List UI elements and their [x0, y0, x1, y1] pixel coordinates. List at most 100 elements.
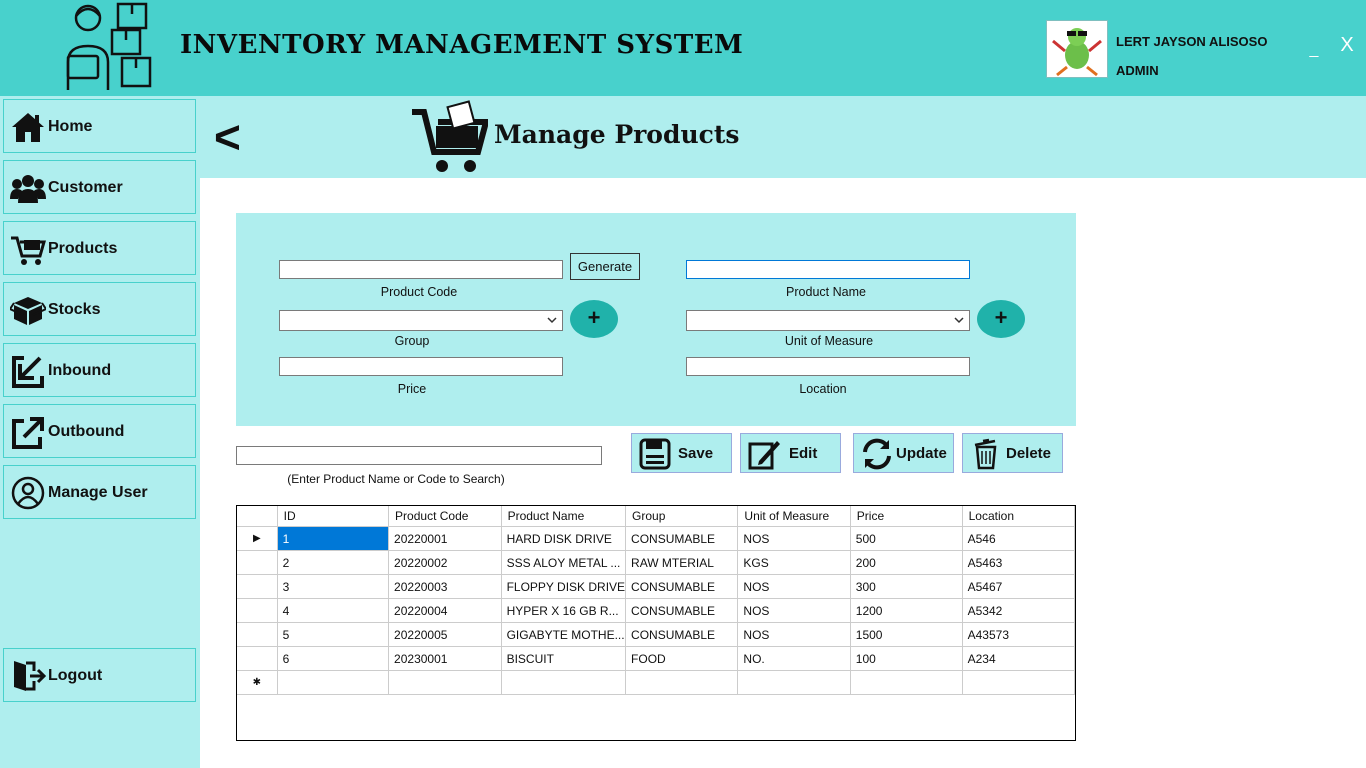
table-cell[interactable]: 4: [277, 598, 390, 623]
sidebar-item-outbound[interactable]: Outbound: [3, 404, 196, 458]
table-cell[interactable]: NOS: [737, 574, 851, 599]
close-button[interactable]: X: [1336, 34, 1358, 60]
column-header[interactable]: Product Code: [388, 506, 502, 527]
table-cell[interactable]: [501, 670, 627, 695]
table-cell[interactable]: 100: [850, 646, 963, 671]
table-cell[interactable]: [388, 670, 502, 695]
save-button[interactable]: Save: [631, 433, 732, 473]
table-cell[interactable]: 300: [850, 574, 963, 599]
table-cell[interactable]: 5: [277, 622, 390, 647]
table-cell[interactable]: 200: [850, 550, 963, 575]
table-cell[interactable]: [277, 670, 390, 695]
table-cell[interactable]: 20230001: [388, 646, 502, 671]
row-header[interactable]: [237, 574, 278, 599]
table-cell[interactable]: GIGABYTE MOTHE...: [501, 622, 627, 647]
table-cell[interactable]: [962, 670, 1076, 695]
sidebar-item-products[interactable]: Products: [3, 221, 196, 275]
row-header[interactable]: [237, 622, 278, 647]
sidebar-item-customer[interactable]: Customer: [3, 160, 196, 214]
cart-icon: [11, 236, 46, 265]
table-cell[interactable]: HYPER X 16 GB R...: [501, 598, 627, 623]
edit-button[interactable]: Edit: [740, 433, 841, 473]
sidebar-item-home[interactable]: Home: [3, 99, 196, 153]
table-row[interactable]: 2 20220002 SSS ALOY METAL ... RAW MTERIA…: [237, 550, 1076, 575]
table-row[interactable]: 5 20220005 GIGABYTE MOTHE... CONSUMABLE …: [237, 622, 1076, 647]
column-header[interactable]: Group: [625, 506, 739, 527]
table-cell[interactable]: FOOD: [625, 646, 739, 671]
table-row[interactable]: 3 20220003 FLOPPY DISK DRIVE CONSUMABLE …: [237, 574, 1076, 599]
column-header[interactable]: Product Name: [501, 506, 627, 527]
table-cell[interactable]: SSS ALOY METAL ...: [501, 550, 627, 575]
table-cell[interactable]: [737, 670, 851, 695]
table-cell[interactable]: 20220003: [388, 574, 502, 599]
table-cell[interactable]: 500: [850, 526, 963, 551]
add-group-button[interactable]: +: [570, 300, 618, 338]
table-cell[interactable]: KGS: [737, 550, 851, 575]
table-cell[interactable]: 2: [277, 550, 390, 575]
products-table[interactable]: ID Product Code Product Name Group Unit …: [236, 505, 1076, 741]
sidebar-item-manage-user[interactable]: Manage User: [3, 465, 196, 519]
sidebar-item-label: Customer: [48, 179, 123, 196]
table-row[interactable]: ▶ 1 20220001 HARD DISK DRIVE CONSUMABLE …: [237, 526, 1076, 551]
table-cell[interactable]: NOS: [737, 526, 851, 551]
table-cell[interactable]: FLOPPY DISK DRIVE: [501, 574, 627, 599]
table-cell[interactable]: CONSUMABLE: [625, 598, 739, 623]
new-row[interactable]: ✱: [237, 670, 1076, 695]
back-button[interactable]: <: [214, 112, 254, 162]
table-cell[interactable]: 3: [277, 574, 390, 599]
table-cell[interactable]: A546: [962, 526, 1076, 551]
table-cell[interactable]: 20220001: [388, 526, 502, 551]
table-cell[interactable]: HARD DISK DRIVE: [501, 526, 627, 551]
unit-of-measure-dropdown[interactable]: [686, 310, 970, 331]
table-cell[interactable]: CONSUMABLE: [625, 622, 739, 647]
table-cell[interactable]: 20220002: [388, 550, 502, 575]
row-header[interactable]: [237, 550, 278, 575]
column-header[interactable]: Price: [850, 506, 963, 527]
new-row-marker: ✱: [237, 670, 278, 695]
minimize-button[interactable]: _: [1304, 40, 1324, 60]
table-cell[interactable]: [625, 670, 739, 695]
table-row[interactable]: 6 20230001 BISCUIT FOOD NO. 100 A234: [237, 646, 1076, 671]
table-cell[interactable]: 6: [277, 646, 390, 671]
column-header[interactable]: Unit of Measure: [737, 506, 851, 527]
table-cell[interactable]: A5467: [962, 574, 1076, 599]
table-cell[interactable]: CONSUMABLE: [625, 526, 739, 551]
inbound-arrow-icon: [12, 356, 44, 388]
add-unit-button[interactable]: +: [977, 300, 1025, 338]
price-field[interactable]: [279, 357, 563, 376]
table-cell[interactable]: A43573: [962, 622, 1076, 647]
table-cell[interactable]: NOS: [737, 622, 851, 647]
table-cell[interactable]: [850, 670, 963, 695]
table-cell[interactable]: 1200: [850, 598, 963, 623]
table-row[interactable]: 4 20220004 HYPER X 16 GB R... CONSUMABLE…: [237, 598, 1076, 623]
search-input[interactable]: [236, 446, 602, 465]
product-name-field[interactable]: [686, 260, 970, 279]
row-header[interactable]: [237, 598, 278, 623]
table-cell[interactable]: CONSUMABLE: [625, 574, 739, 599]
generate-button[interactable]: Generate: [570, 253, 640, 280]
table-cell[interactable]: BISCUIT: [501, 646, 627, 671]
location-label: Location: [799, 382, 847, 396]
table-cell[interactable]: A5463: [962, 550, 1076, 575]
sidebar-item-inbound[interactable]: Inbound: [3, 343, 196, 397]
table-cell[interactable]: A5342: [962, 598, 1076, 623]
table-cell[interactable]: RAW MTERIAL: [625, 550, 739, 575]
table-cell[interactable]: 20220004: [388, 598, 502, 623]
users-icon: [10, 175, 46, 203]
table-cell[interactable]: A234: [962, 646, 1076, 671]
table-cell[interactable]: 1: [277, 526, 390, 551]
table-cell[interactable]: 20220005: [388, 622, 502, 647]
sidebar-item-logout[interactable]: Logout: [3, 648, 196, 702]
sidebar-item-stocks[interactable]: Stocks: [3, 282, 196, 336]
product-code-field[interactable]: [279, 260, 563, 279]
column-header[interactable]: Location: [962, 506, 1076, 527]
column-header[interactable]: ID: [277, 506, 390, 527]
table-cell[interactable]: 1500: [850, 622, 963, 647]
table-cell[interactable]: NO.: [737, 646, 851, 671]
delete-button[interactable]: Delete: [962, 433, 1063, 473]
table-cell[interactable]: NOS: [737, 598, 851, 623]
location-field[interactable]: [686, 357, 970, 376]
group-dropdown[interactable]: [279, 310, 563, 331]
row-header[interactable]: [237, 646, 278, 671]
update-button[interactable]: Update: [853, 433, 954, 473]
